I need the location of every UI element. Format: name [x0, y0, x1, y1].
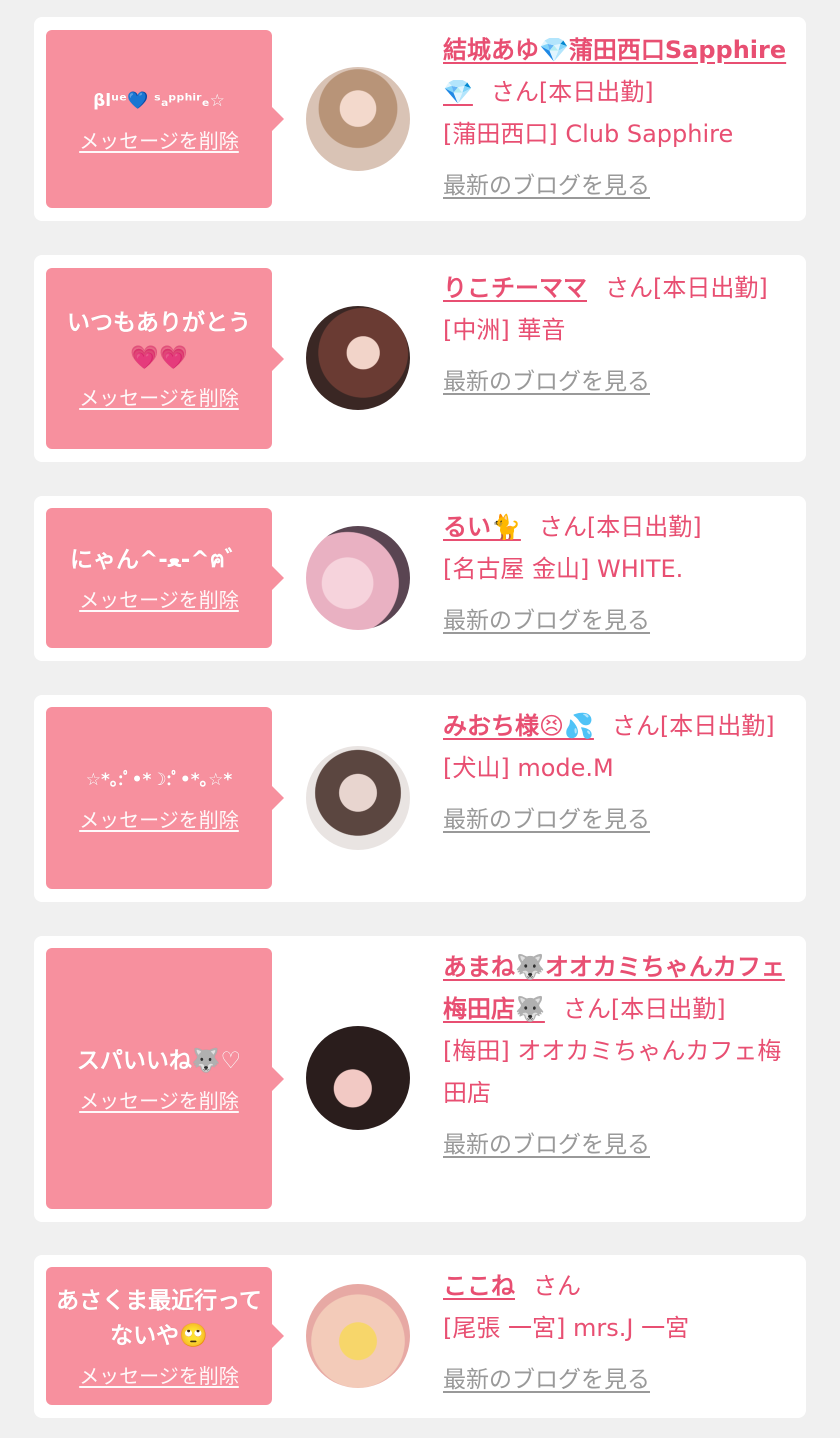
- delete-message-link[interactable]: メッセージを削除: [79, 1085, 239, 1114]
- message-text: あさくま最近行ってないや🙄: [56, 1287, 262, 1349]
- latest-blog-link[interactable]: 最新のブログを見る: [443, 799, 795, 841]
- message-text: βlᵘᵉ💙 ˢₐᵖᵖʰⁱʳₑ☆: [93, 91, 225, 111]
- message-card: にゃん^-ﻌ-^ฅ゛ メッセージを削除 るい🐈 さん[本日出勤] [名古屋 金山]…: [34, 496, 806, 661]
- shop-name: [尾張 一宮] mrs.J 一宮: [443, 1314, 690, 1342]
- cast-info: あまね🐺オオカミちゃんカフェ梅田店🐺 さん[本日出勤] [梅田] オオカミちゃんカ…: [443, 946, 795, 1166]
- latest-blog-link[interactable]: 最新のブログを見る: [443, 600, 795, 642]
- cast-info: みおち様😣💦 さん[本日出勤] [犬山] mode.M 最新のブログを見る: [443, 705, 795, 841]
- shop-name: [梅田] オオカミちゃんカフェ梅田店: [443, 1037, 782, 1107]
- message-card: スパいいね🐺♡ メッセージを削除 あまね🐺オオカミちゃんカフェ梅田店🐺 さん[本日…: [34, 936, 806, 1222]
- message-text: スパいいね🐺♡: [76, 1047, 242, 1074]
- message-bubble: ☆*｡:ﾟ•*☽:ﾟ•*｡☆* メッセージを削除: [46, 707, 284, 889]
- cast-name-link[interactable]: みおち様😣💦: [443, 712, 594, 740]
- message-text: ☆*｡:ﾟ•*☽:ﾟ•*｡☆*: [85, 770, 233, 790]
- cast-status: さん[本日出勤]: [538, 513, 702, 541]
- delete-message-link[interactable]: メッセージを削除: [79, 804, 239, 833]
- shop-name: [犬山] mode.M: [443, 754, 614, 782]
- message-bubble: いつもありがとう💗💗 メッセージを削除: [46, 268, 284, 449]
- message-bubble: にゃん^-ﻌ-^ฅ゛ メッセージを削除: [46, 508, 284, 648]
- latest-blog-link[interactable]: 最新のブログを見る: [443, 361, 795, 403]
- delete-message-link[interactable]: メッセージを削除: [79, 382, 239, 411]
- shop-name: [中洲] 華音: [443, 316, 566, 344]
- avatar[interactable]: [306, 746, 410, 850]
- message-bubble: スパいいね🐺♡ メッセージを削除: [46, 948, 284, 1209]
- message-bubble: βlᵘᵉ💙 ˢₐᵖᵖʰⁱʳₑ☆ メッセージを削除: [46, 30, 284, 208]
- delete-message-link[interactable]: メッセージを削除: [79, 584, 239, 613]
- latest-blog-link[interactable]: 最新のブログを見る: [443, 165, 795, 207]
- cast-name-link[interactable]: ここね: [443, 1272, 515, 1300]
- avatar[interactable]: [306, 1026, 410, 1130]
- avatar[interactable]: [306, 306, 410, 410]
- avatar[interactable]: [306, 1284, 410, 1388]
- latest-blog-link[interactable]: 最新のブログを見る: [443, 1124, 795, 1166]
- avatar[interactable]: [306, 526, 410, 630]
- avatar[interactable]: [306, 67, 410, 171]
- message-card: いつもありがとう💗💗 メッセージを削除 りこチーママ さん[本日出勤] [中洲] …: [34, 255, 806, 462]
- message-text: いつもありがとう💗💗: [67, 310, 251, 371]
- latest-blog-link[interactable]: 最新のブログを見る: [443, 1359, 795, 1401]
- message-card: βlᵘᵉ💙 ˢₐᵖᵖʰⁱʳₑ☆ メッセージを削除 結城あゆ💎蒲田西口Sapphi…: [34, 17, 806, 221]
- cast-status: さん[本日出勤]: [611, 712, 775, 740]
- delete-message-link[interactable]: メッセージを削除: [79, 1360, 239, 1389]
- cast-status: さん[本日出勤]: [605, 274, 768, 302]
- cast-status: さん[本日出勤]: [562, 995, 726, 1023]
- cast-info: 結城あゆ💎蒲田西口Sapphire💎 さん[本日出勤] [蒲田西口] Club S…: [443, 29, 795, 207]
- cast-name-link[interactable]: るい🐈: [443, 513, 521, 541]
- message-bubble: あさくま最近行ってないや🙄 メッセージを削除: [46, 1267, 284, 1405]
- shop-name: [名古屋 金山] WHITE.: [443, 555, 684, 583]
- cast-info: ここね さん [尾張 一宮] mrs.J 一宮 最新のブログを見る: [443, 1265, 795, 1401]
- cast-status: さん: [533, 1272, 581, 1300]
- delete-message-link[interactable]: メッセージを削除: [79, 125, 239, 154]
- cast-name-link[interactable]: りこチーママ: [443, 274, 587, 302]
- message-text: にゃん^-ﻌ-^ฅ゛: [69, 547, 248, 573]
- message-card: あさくま最近行ってないや🙄 メッセージを削除 ここね さん [尾張 一宮] mrs…: [34, 1255, 806, 1418]
- cast-info: りこチーママ さん[本日出勤] [中洲] 華音 最新のブログを見る: [443, 267, 795, 403]
- message-card: ☆*｡:ﾟ•*☽:ﾟ•*｡☆* メッセージを削除 みおち様😣💦 さん[本日出勤] …: [34, 695, 806, 902]
- cast-info: るい🐈 さん[本日出勤] [名古屋 金山] WHITE. 最新のブログを見る: [443, 506, 795, 642]
- shop-name: [蒲田西口] Club Sapphire: [443, 120, 734, 148]
- cast-status: さん[本日出勤]: [490, 78, 654, 106]
